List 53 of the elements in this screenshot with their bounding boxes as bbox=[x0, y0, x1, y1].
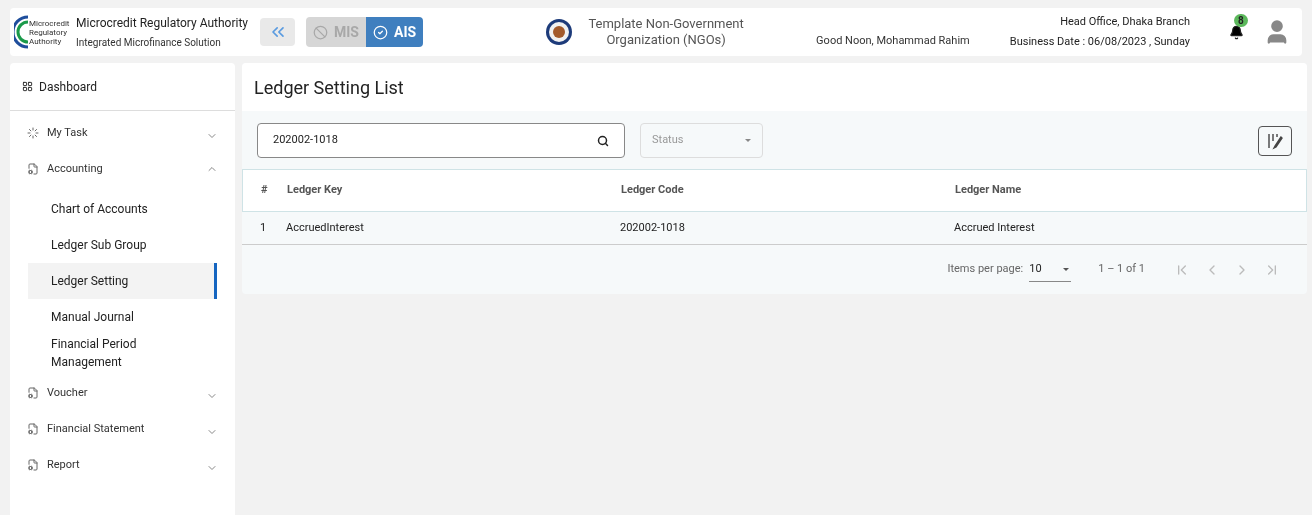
page-range: 1 – 1 of 1 bbox=[1098, 261, 1145, 278]
logo-text: Microcredit bbox=[29, 18, 70, 28]
app-subtitle: Integrated Microfinance Solution bbox=[76, 35, 222, 50]
organization-name: Template Non-Government Organization (NGOs) bbox=[587, 16, 745, 48]
branch-name: Head Office, Dhaka Branch bbox=[1060, 13, 1190, 30]
page-size-select[interactable]: 10 bbox=[1029, 257, 1072, 282]
dashboard-link[interactable]: Dashboard bbox=[10, 63, 235, 111]
menu-item[interactable]: My Task bbox=[10, 115, 235, 151]
submenu-item[interactable]: Chart of Accounts bbox=[28, 191, 217, 227]
check-circle-icon bbox=[373, 24, 388, 40]
seal-icon bbox=[545, 18, 574, 46]
grid-icon bbox=[22, 81, 33, 92]
column-header: Ledger Code bbox=[621, 183, 684, 197]
submenu-item[interactable]: Manual Journal bbox=[28, 299, 217, 335]
search-icon bbox=[597, 134, 609, 147]
column-edit-button[interactable] bbox=[1258, 125, 1292, 156]
menu-item[interactable]: Financial Statement bbox=[10, 411, 235, 447]
notification-bell-icon[interactable] bbox=[1228, 24, 1244, 40]
business-date: Business Date : 06/08/2023 , Sunday bbox=[1009, 34, 1190, 50]
dropdown-caret-icon bbox=[1063, 267, 1070, 271]
menu-item[interactable]: Accounting bbox=[10, 151, 235, 187]
column-header: Ledger Name bbox=[955, 183, 1022, 197]
submenu-item[interactable]: Ledger Setting bbox=[28, 263, 217, 299]
column-header: Ledger Key bbox=[287, 183, 343, 197]
table-cell: AccruedInterest bbox=[286, 220, 364, 234]
submenu-item[interactable]: Ledger Sub Group bbox=[28, 227, 217, 263]
logo-text: Regulatory bbox=[29, 27, 69, 37]
document-icon bbox=[27, 387, 39, 399]
table-cell: 1 bbox=[260, 220, 267, 234]
collapse-button[interactable] bbox=[260, 18, 295, 46]
menu-item[interactable]: Report bbox=[10, 447, 235, 483]
spinner-icon bbox=[27, 127, 39, 139]
page-title: Ledger Setting List bbox=[254, 75, 404, 100]
column-edit-icon bbox=[1266, 131, 1284, 150]
module-toggle[interactable]: AIS bbox=[366, 17, 424, 47]
notification-badge: 8 bbox=[1234, 14, 1248, 27]
document-icon bbox=[27, 459, 39, 471]
search-input[interactable]: 202002-1018 bbox=[273, 132, 597, 149]
document-icon bbox=[27, 423, 39, 435]
app-title: Microcredit Regulatory Authority bbox=[76, 14, 250, 32]
dropdown-caret-icon bbox=[745, 139, 751, 142]
submenu-item[interactable]: Financial Period Management bbox=[28, 335, 217, 371]
prohibited-icon bbox=[313, 24, 328, 40]
table-cell: 202002-1018 bbox=[620, 220, 685, 234]
items-per-page-label: Items per page: bbox=[947, 261, 1024, 278]
menu-item[interactable]: Voucher bbox=[10, 375, 235, 411]
greeting: Good Noon, Mohammad Rahim bbox=[816, 32, 970, 49]
logo-rings-icon bbox=[14, 15, 28, 49]
column-header: # bbox=[261, 183, 268, 197]
document-icon bbox=[27, 163, 39, 175]
logo-text: Authority bbox=[29, 36, 63, 46]
table-cell: Accrued Interest bbox=[954, 220, 1035, 234]
search-field[interactable]: 202002-1018 bbox=[257, 123, 625, 158]
